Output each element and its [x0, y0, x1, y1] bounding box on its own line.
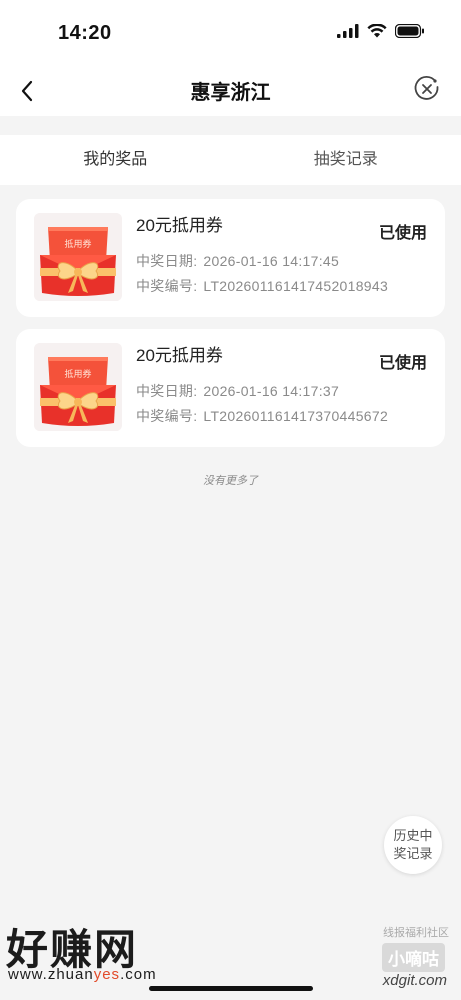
prize-code-row: 中奖编号: LT20260116141737​0445672	[136, 406, 388, 426]
history-label-line1: 历史中	[393, 828, 433, 843]
history-prize-records-button[interactable]: 历史中 奖记录	[384, 816, 442, 874]
no-more-text: 没有更多了	[203, 475, 258, 487]
prize-card[interactable]: 抵用券 20元抵用券 已使用 中奖日期: 2026-01-16 14:17:45 …	[16, 199, 445, 317]
wifi-icon	[367, 24, 387, 38]
prize-code-row: 中奖编号: LT20260116141745​2018943	[136, 276, 388, 296]
watermark-url-left: www.zhuanyes.com	[8, 966, 157, 983]
page-title: 惠享浙江	[190, 82, 271, 104]
history-label-line2: 奖记录	[393, 846, 433, 861]
code-label: 中奖编号:	[136, 278, 198, 294]
prize-code: LT20260116141745​2018943	[203, 278, 389, 294]
watermark-caption-right: 线报福利社区	[383, 927, 449, 939]
coupon-gift-image: 抵用券	[34, 343, 122, 431]
prize-title: 20元抵用券	[136, 346, 223, 365]
prize-status: 已使用	[378, 355, 427, 372]
prize-date-row: 中奖日期: 2026-01-16 14:17:37	[136, 381, 339, 401]
prize-date: 2026-01-16 14:17:37	[203, 383, 340, 399]
tab-bar: 我的奖品 抽奖记录	[0, 135, 461, 185]
prize-date-row: 中奖日期: 2026-01-16 14:17:45	[136, 251, 339, 271]
prize-title: 20元抵用券	[136, 216, 223, 235]
code-label: 中奖编号:	[136, 408, 198, 424]
signal-icon	[337, 24, 359, 38]
prize-card[interactable]: 抵用券 20元抵用券 已使用 中奖日期: 2026-01-16 14:17:37 …	[16, 329, 445, 447]
prize-date: 2026-01-16 14:17:45	[203, 253, 340, 269]
thumb-text: 抵用券	[64, 238, 91, 250]
close-button[interactable]	[413, 75, 443, 105]
status-icons	[337, 24, 425, 38]
tab-my-prizes[interactable]: 我的奖品	[0, 135, 231, 185]
coupon-gift-image: 抵用券	[34, 213, 122, 301]
status-bar: 14:20	[0, 0, 461, 66]
date-label: 中奖日期:	[136, 383, 198, 399]
prize-status: 已使用	[378, 225, 427, 242]
tab-lottery-records[interactable]: 抽奖记录	[231, 135, 461, 185]
watermark-logo-right: 小嘀咕	[382, 943, 445, 972]
circle-close-icon	[414, 75, 439, 100]
watermark-url-right: xdgit.com	[382, 972, 447, 989]
date-label: 中奖日期:	[136, 253, 198, 269]
nav-bar: 惠享浙江	[0, 66, 461, 116]
thumb-text: 抵用券	[64, 368, 91, 380]
home-indicator	[149, 986, 313, 991]
battery-icon	[395, 24, 424, 38]
status-time: 14:20	[58, 22, 112, 44]
prize-code: LT20260116141737​0445672	[203, 408, 389, 424]
